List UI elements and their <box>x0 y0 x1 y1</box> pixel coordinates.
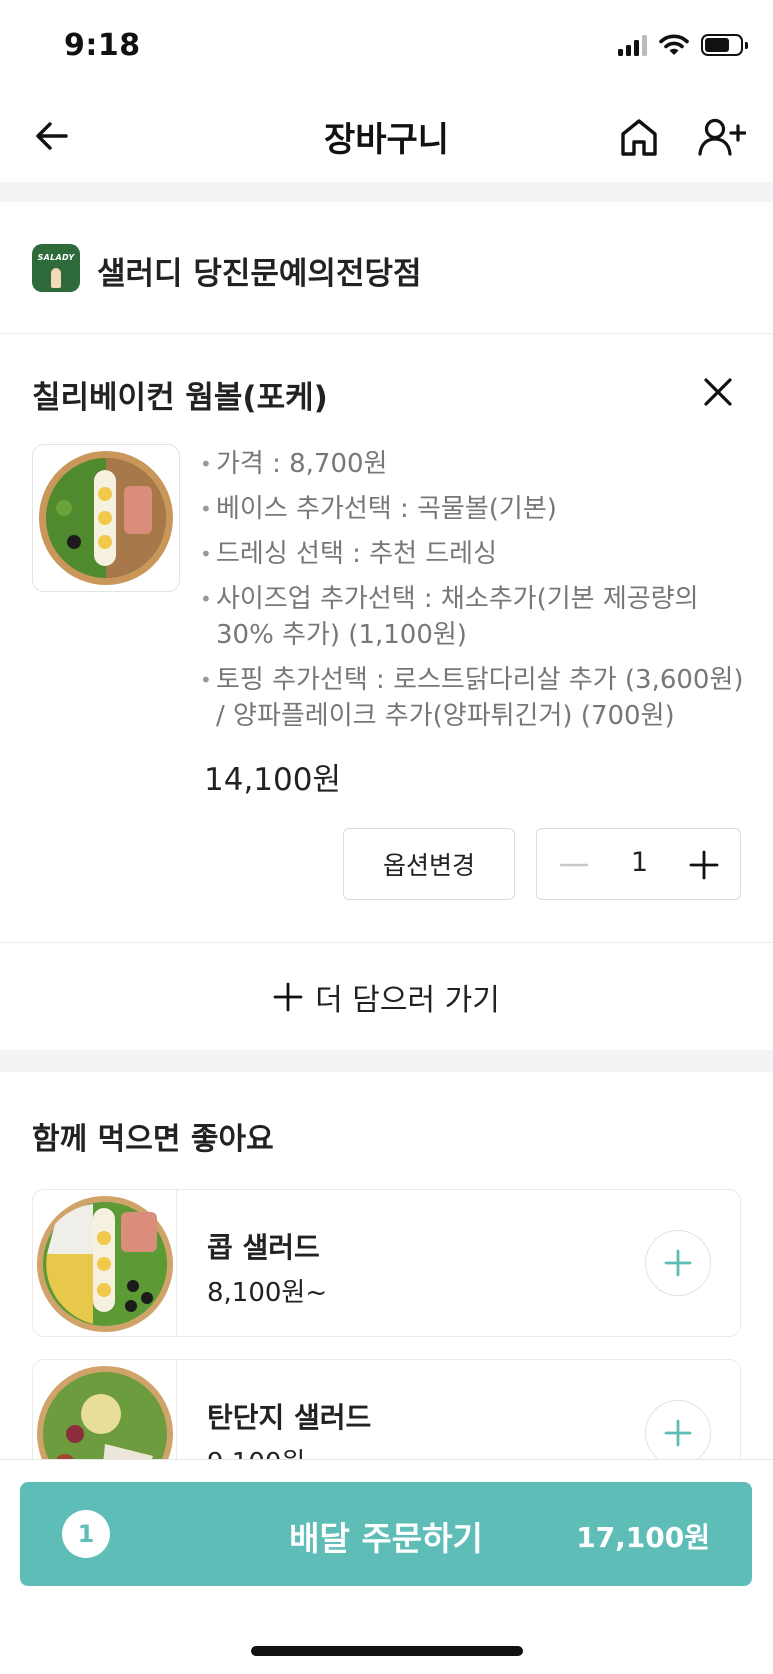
recommendations-title: 함께 먹으면 좋아요 <box>32 1122 274 1157</box>
status-icons <box>618 34 748 56</box>
add-more-button[interactable]: 더 담으러 가기 <box>0 942 773 1050</box>
home-icon <box>621 119 657 156</box>
store-row[interactable]: SALADY 샐러디 당진문예의전당점 <box>0 202 773 334</box>
plus-icon <box>664 1249 692 1277</box>
option-line: 토핑 추가선택 : 로스트닭다리살 추가 (3,600원) / 양파플레이크 추… <box>200 662 745 734</box>
recommendation-price: 8,100원~ <box>207 1278 328 1308</box>
section-divider <box>0 1050 773 1072</box>
option-line: 가격 : 8,700원 <box>200 446 745 482</box>
recommendation-name: 탄단지 샐러드 <box>207 1401 372 1434</box>
add-friend-icon <box>698 118 746 156</box>
add-recommendation-button[interactable] <box>645 1400 711 1466</box>
status-time: 9:18 <box>64 28 141 63</box>
recommendation-name: 콥 샐러드 <box>207 1231 320 1264</box>
home-button[interactable] <box>614 112 664 162</box>
decrease-quantity-button[interactable] <box>555 846 593 884</box>
section-divider <box>0 182 773 202</box>
order-total: 17,100원 <box>576 1521 710 1554</box>
plus-icon <box>273 982 303 1011</box>
plus-icon <box>689 850 719 880</box>
store-name: 샐러디 당진문예의전당점 <box>97 256 422 292</box>
store-logo-text: SALADY <box>37 253 75 262</box>
cart-item-title: 칠리베이컨 웜볼(포케) <box>32 380 328 416</box>
signal-icon <box>618 34 647 56</box>
add-recommendation-button[interactable] <box>645 1230 711 1296</box>
home-indicator[interactable] <box>251 1646 523 1656</box>
header: 장바구니 <box>0 90 773 182</box>
close-icon <box>704 378 732 406</box>
bottom-bar: 1 배달 주문하기 17,100원 <box>0 1459 773 1674</box>
delivery-order-button[interactable]: 1 배달 주문하기 17,100원 <box>20 1482 752 1586</box>
option-line: 베이스 추가선택 : 곡물볼(기본) <box>200 491 745 527</box>
cart-item-image <box>32 444 180 592</box>
option-line: 사이즈업 추가선택 : 채소추가(기본 제공량의 30% 추가) (1,100원… <box>200 581 745 653</box>
cart-item-total: 14,100원 <box>204 762 341 798</box>
quantity-stepper: 1 <box>536 828 741 900</box>
increase-quantity-button[interactable] <box>685 846 723 884</box>
minus-icon <box>559 863 589 867</box>
store-logo: SALADY <box>32 244 80 292</box>
wifi-icon <box>659 34 689 55</box>
cart-item-options: 가격 : 8,700원 베이스 추가선택 : 곡물볼(기본) 드레싱 선택 : … <box>200 446 745 743</box>
add-more-label: 더 담으러 가기 <box>315 982 500 1018</box>
plus-icon <box>664 1419 692 1447</box>
quantity-value: 1 <box>630 847 649 878</box>
option-line: 드레싱 선택 : 추천 드레싱 <box>200 536 745 572</box>
add-friend-button[interactable] <box>694 112 750 162</box>
status-bar: 9:18 <box>0 0 773 90</box>
option-change-button[interactable]: 옵션변경 <box>343 828 515 900</box>
recommendation-image <box>33 1190 177 1336</box>
remove-item-button[interactable] <box>696 370 740 414</box>
battery-icon <box>701 34 748 56</box>
recommendation-card[interactable]: 콥 샐러드 8,100원~ <box>32 1189 741 1337</box>
